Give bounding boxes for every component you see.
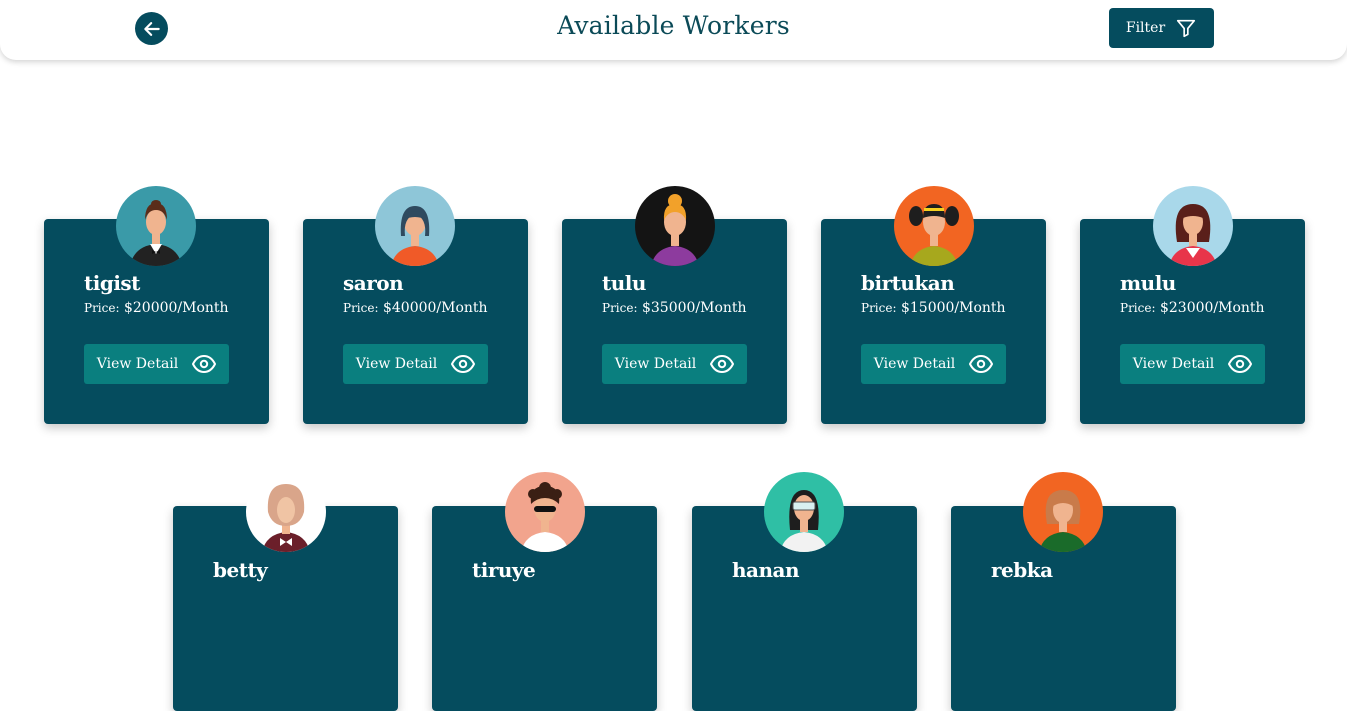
worker-avatar [764,472,844,552]
funnel-icon [1177,19,1196,38]
worker-avatar [246,472,326,552]
view-detail-button[interactable]: View Detail [343,344,488,384]
worker-avatar [505,472,585,552]
view-detail-button[interactable]: View Detail [861,344,1006,384]
worker-price: Price: $40000/Month [343,300,488,316]
worker-name: mulu [1120,271,1176,295]
worker-name: rebka [991,558,1053,582]
worker-price: Price: $35000/Month [602,300,747,316]
worker-avatar [1153,186,1233,266]
eye-icon [710,355,735,373]
worker-price: Price: $20000/Month [84,300,229,316]
eye-icon [451,355,476,373]
worker-name: tigist [84,271,140,295]
top-bar: Available Workers Filter [0,0,1347,60]
eye-icon [192,355,217,373]
view-detail-button[interactable]: View Detail [1120,344,1265,384]
worker-name: birtukan [861,271,955,295]
worker-name: betty [213,558,268,582]
worker-avatar [116,186,196,266]
filter-button[interactable]: Filter [1109,8,1214,48]
worker-avatar [894,186,974,266]
view-detail-button[interactable]: View Detail [84,344,229,384]
worker-price: Price: $15000/Month [861,300,1006,316]
worker-name: tiruye [472,558,536,582]
worker-avatar [1023,472,1103,552]
eye-icon [969,355,994,373]
worker-avatar [635,186,715,266]
eye-icon [1228,355,1253,373]
worker-name: tulu [602,271,646,295]
worker-name: saron [343,271,404,295]
worker-avatar [375,186,455,266]
view-detail-button[interactable]: View Detail [602,344,747,384]
filter-label: Filter [1125,20,1166,36]
worker-price: Price: $23000/Month [1120,300,1265,316]
worker-name: hanan [732,558,800,582]
